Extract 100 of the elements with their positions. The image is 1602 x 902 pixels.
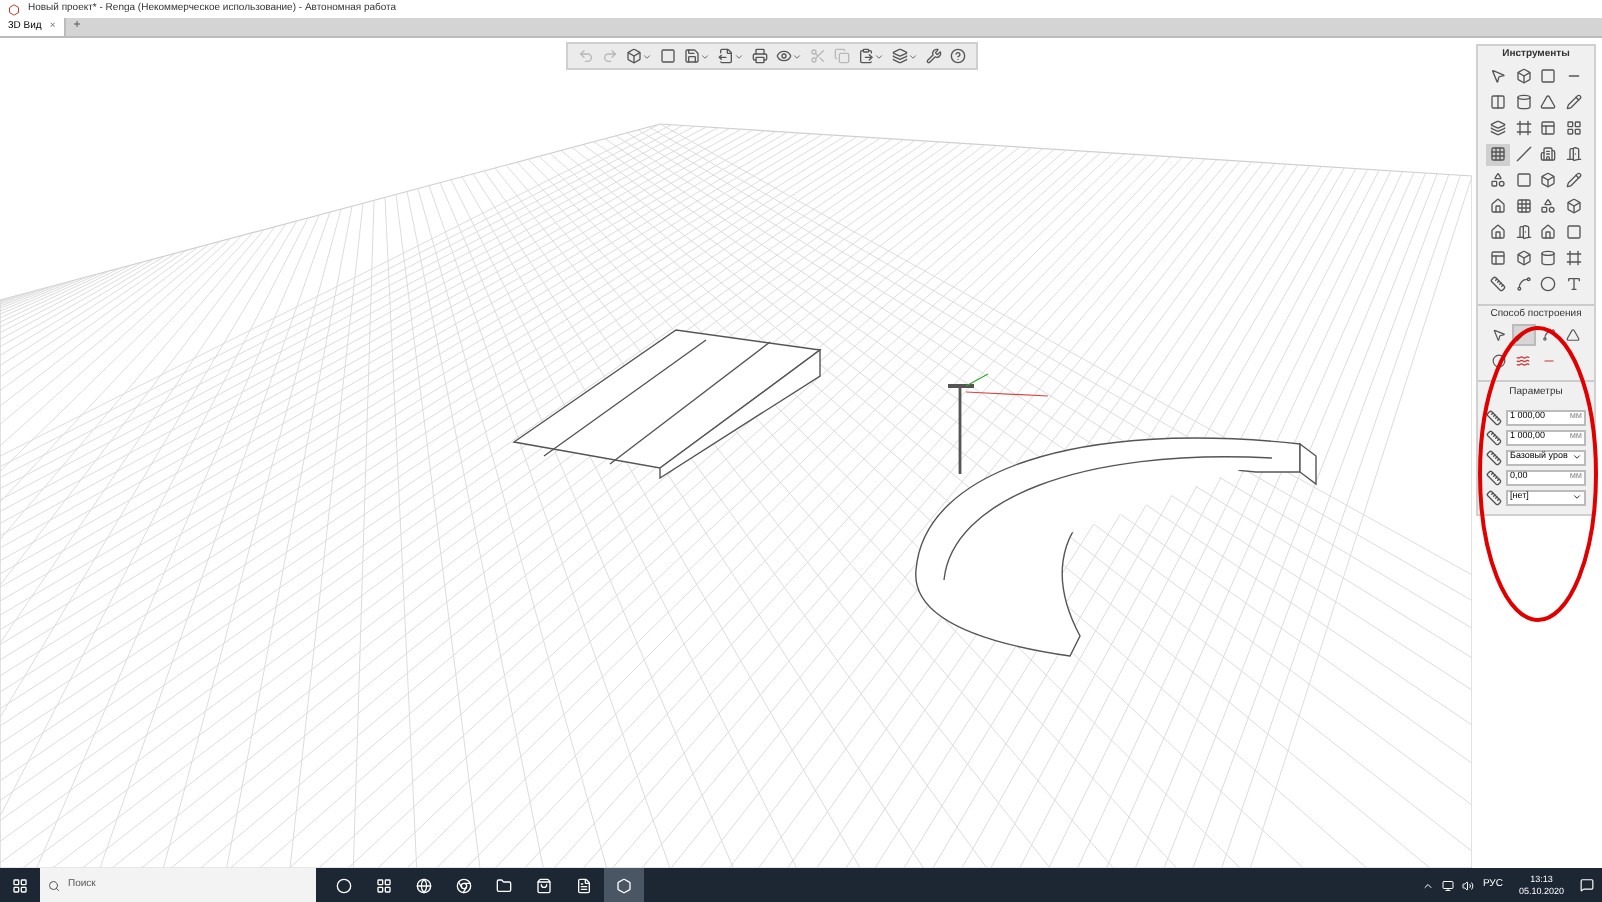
tool-button[interactable] [1486,65,1510,87]
tool-button[interactable] [1486,169,1510,191]
tool-button[interactable] [1486,221,1510,243]
door-icon [1515,224,1531,240]
toolbar-button[interactable] [856,48,886,64]
tool-button[interactable] [1486,195,1510,217]
pointer-icon [1490,68,1506,84]
redo-icon [602,48,618,64]
tool-button[interactable] [1486,247,1510,269]
grid-icon [1515,198,1531,214]
browser-icon [456,877,472,893]
tool-button[interactable] [1536,273,1560,295]
ruler-icon [1490,276,1506,292]
tool-button[interactable] [1536,91,1560,113]
cube-icon [1565,198,1581,214]
tool-button[interactable] [1486,117,1510,139]
tool-button[interactable] [1536,247,1560,269]
tool-button[interactable] [1561,169,1585,191]
tool-button[interactable] [1561,91,1585,113]
tool-button[interactable] [1561,195,1585,217]
save-icon [684,48,700,64]
triangle-icon [1566,328,1580,342]
toolbar-button[interactable] [624,48,654,64]
tool-button[interactable] [1511,143,1535,165]
tool-button[interactable] [1536,169,1560,191]
tool-button[interactable] [1561,143,1585,165]
caret-icon [1572,452,1582,462]
caret-icon [700,51,710,61]
construction-mode-button[interactable] [1511,350,1535,372]
tool-button[interactable] [1561,221,1585,243]
tool-button[interactable] [1486,273,1510,295]
house-icon [1490,224,1506,240]
toolbar-button[interactable] [948,48,968,64]
toolbar-button[interactable] [750,48,770,64]
line-icon [1541,354,1555,368]
hexagon-icon [616,877,632,893]
triangle-icon [1540,94,1556,110]
export-icon [718,48,734,64]
tool-button[interactable] [1511,247,1535,269]
caret-icon [642,51,652,61]
document-icon [576,877,592,893]
shapes-icon [1540,198,1556,214]
parameter-icon [1486,409,1502,425]
square-icon [1540,68,1556,84]
printer-icon [752,48,768,64]
caret-icon [792,51,802,61]
curve-icon [1515,276,1531,292]
tool-button[interactable] [1561,117,1585,139]
panel-icon [1540,120,1556,136]
wrench-icon [926,48,942,64]
tool-button[interactable] [1536,65,1560,87]
cylinder-icon [1540,250,1556,266]
grid-icon [1490,146,1506,162]
network-icon[interactable] [1442,879,1455,891]
caret-icon [874,51,884,61]
tool-button[interactable] [1561,247,1585,269]
toolbar-button[interactable] [890,48,920,64]
tool-button[interactable] [1536,221,1560,243]
parameter-icon [1486,449,1502,465]
parameter-icon [1486,429,1502,445]
tool-button[interactable] [1486,91,1510,113]
tool-button[interactable] [1511,169,1535,191]
toolbar-button[interactable] [716,48,746,64]
toolbar-button[interactable] [924,48,944,64]
door-icon [1565,146,1581,162]
axis-gizmo-drawing [948,373,1049,474]
caret-icon [908,51,918,61]
tray-chevron-icon[interactable] [1422,879,1435,891]
notifications-icon[interactable] [1580,878,1594,892]
volume-icon[interactable] [1462,879,1475,891]
start-icon[interactable] [12,877,28,893]
search-icon [48,879,60,891]
tool-button[interactable] [1536,143,1560,165]
text-icon [1565,276,1581,292]
tool-button[interactable] [1511,221,1535,243]
layers-icon [1490,120,1506,136]
tool-button[interactable] [1511,117,1535,139]
layers-icon [892,48,908,64]
cylinder-icon [1515,94,1531,110]
building-icon [1540,146,1556,162]
paste-icon [858,48,874,64]
cube-icon [1515,68,1531,84]
tool-button[interactable] [1511,91,1535,113]
cube-icon [1540,172,1556,188]
toolbar-button[interactable] [774,48,804,64]
copy-icon [834,48,850,64]
tool-button[interactable] [1486,143,1510,165]
tool-button[interactable] [1511,195,1535,217]
tool-button[interactable] [1536,117,1560,139]
construction-mode-button[interactable] [1561,324,1585,346]
grid-icon [376,877,392,893]
toolbar-button[interactable] [658,48,678,64]
tool-button[interactable] [1511,65,1535,87]
tool-button[interactable] [1511,273,1535,295]
tool-button[interactable] [1536,195,1560,217]
cut-icon [810,48,826,64]
shapes-icon [1490,172,1506,188]
eye-icon [776,48,792,64]
parameter-icon [1486,489,1502,505]
toolbar-button[interactable] [682,48,712,64]
